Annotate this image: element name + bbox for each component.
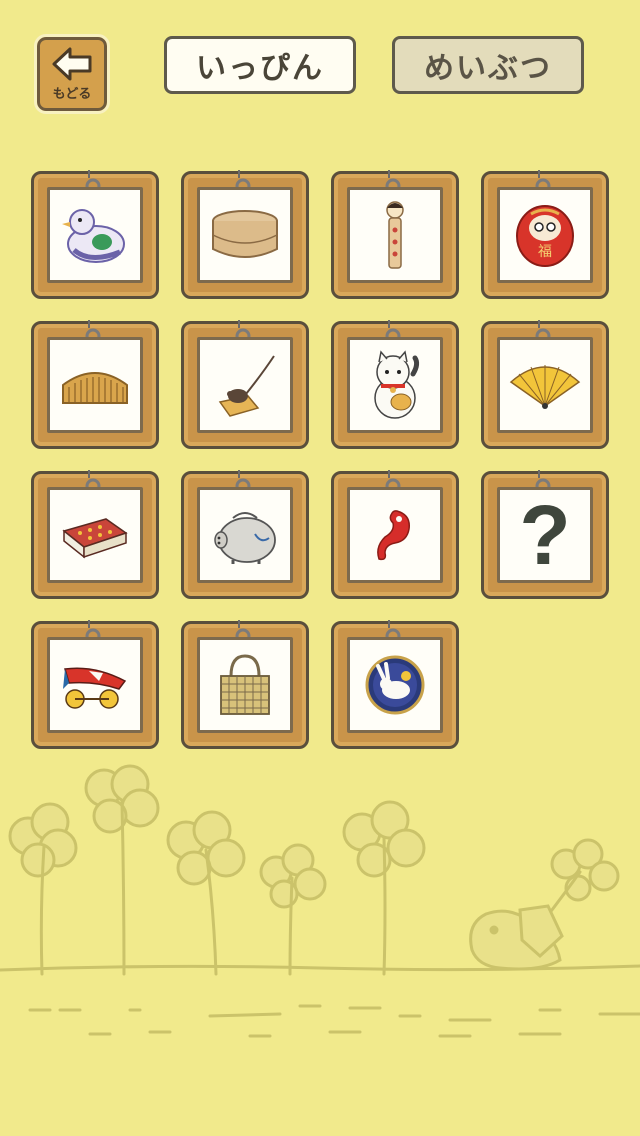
item-card-3[interactable] (331, 170, 459, 299)
koi-carp-toy-icon (63, 667, 127, 709)
item-card-8[interactable] (481, 320, 609, 449)
frog-icon (469, 904, 564, 971)
bento-box-icon (212, 210, 278, 258)
back-button-label: もどる (52, 87, 92, 102)
kokeshi-doll-icon (386, 201, 404, 269)
rabbit-plate-icon (365, 655, 425, 715)
item-card-5[interactable] (31, 320, 159, 449)
item-card-9[interactable] (31, 470, 159, 599)
back-button[interactable]: もどる (34, 34, 110, 114)
daruma-fuku-text: 福 (538, 244, 552, 260)
matchbox-icon (62, 518, 128, 559)
item-card-12[interactable]: ? (481, 470, 609, 599)
hato-bue-whistle-icon (62, 209, 125, 263)
unknown-item-icon: ? (519, 488, 571, 582)
item-card-15[interactable] (331, 620, 459, 749)
clover-icon (166, 810, 246, 886)
daruma-icon: 福 (516, 205, 574, 267)
mousetrap-icon (218, 355, 275, 417)
item-card-11[interactable] (331, 470, 459, 599)
arrow-left-icon (52, 47, 92, 81)
magatama-icon (377, 510, 410, 561)
woven-basket-icon (220, 654, 270, 715)
item-card-4[interactable]: 福 (481, 170, 609, 299)
wooden-comb-icon (62, 372, 128, 404)
clover-icon (550, 838, 620, 902)
clover-field-illustration (0, 764, 640, 1038)
item-card-13[interactable] (31, 620, 159, 749)
tab-meibutsu[interactable]: めいぶつ (392, 36, 584, 94)
tab-ippin[interactable]: いっぴん (164, 36, 356, 94)
item-card-10[interactable] (181, 470, 309, 599)
maneki-neko-icon (374, 350, 420, 419)
item-card-7[interactable] (331, 320, 459, 449)
item-card-2[interactable] (181, 170, 309, 299)
folding-fan-icon (509, 365, 581, 409)
item-card-14[interactable] (181, 620, 309, 749)
clover-icon (259, 843, 327, 909)
piggy-bank-icon (214, 512, 276, 564)
item-card-6[interactable] (181, 320, 309, 449)
item-card-1[interactable] (31, 170, 159, 299)
